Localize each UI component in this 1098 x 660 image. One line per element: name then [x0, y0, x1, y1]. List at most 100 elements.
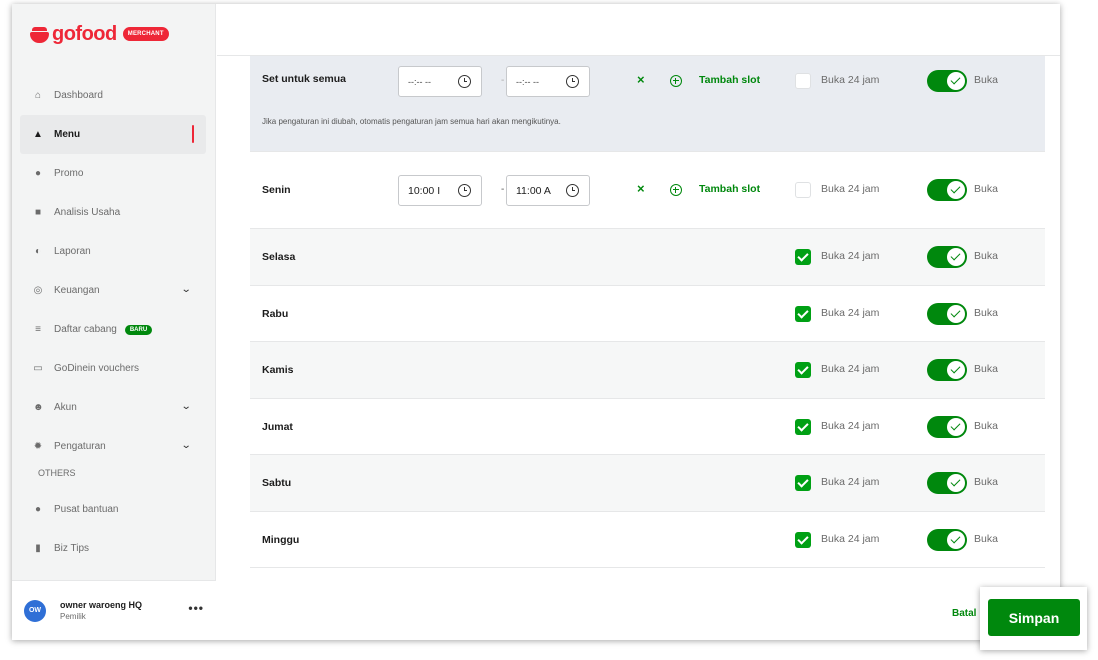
home-icon: ⌂ [34, 89, 42, 101]
open-status-toggle[interactable] [927, 70, 967, 92]
sidebar-item-label: Biz Tips [54, 543, 90, 554]
open-24h-checkbox[interactable] [795, 418, 811, 435]
users-icon: ☻ [33, 401, 44, 413]
open-status-label: Buka [974, 419, 998, 432]
clock-icon [566, 75, 579, 88]
open-24h-checkbox[interactable] [795, 249, 811, 265]
open-24h-label: Buka 24 jam [821, 476, 880, 488]
open-status-label: Buka [974, 532, 998, 545]
sidebar-item-keuangan[interactable]: ◎ Keuangan ⌄ [20, 271, 206, 310]
gofood-logo[interactable]: gofood MERCHANT [30, 24, 169, 44]
sidebar-item-godinein-vouchers[interactable]: ▭ GoDinein vouchers [20, 349, 206, 388]
check-icon [947, 72, 965, 90]
user-profile[interactable]: OW owner waroeng HQ Pemilik ••• [12, 580, 216, 640]
sidebar-item-analisis-usaha[interactable]: ■ Analisis Usaha [20, 193, 206, 232]
open-24h-checkbox[interactable] [795, 305, 811, 322]
check-icon [947, 304, 965, 323]
more-options-icon[interactable]: ••• [188, 601, 204, 615]
open-status-toggle[interactable] [927, 359, 967, 381]
user-role: Pemilik [60, 612, 86, 621]
day-row-rabu: Rabu Buka 24 jam Buka [250, 285, 1045, 342]
set-all-close-time-input[interactable]: --:-- -- [506, 66, 590, 97]
day-row-minggu: Minggu Buka 24 jam Buka [250, 511, 1045, 568]
cancel-button[interactable]: Batal [952, 608, 976, 619]
sidebar-item-biz-tips[interactable]: ▮ Biz Tips [20, 529, 206, 568]
merchant-badge: MERCHANT [122, 27, 169, 41]
open-status-toggle[interactable] [927, 246, 967, 268]
open-status-toggle[interactable] [927, 528, 967, 551]
cloche-icon: ▲ [33, 128, 43, 140]
remove-slot-button[interactable]: × [637, 181, 645, 196]
voucher-icon: ▭ [33, 362, 43, 374]
senin-close-time-input[interactable]: 11:00 A [506, 175, 590, 206]
remove-slot-button[interactable]: × [637, 72, 645, 87]
app-window: gofood MERCHANT ⌂ Dashboard ▲ Menu ● Pro… [12, 4, 1060, 640]
open-24h-checkbox[interactable] [795, 475, 811, 491]
day-label: Selasa [262, 251, 296, 263]
sidebar-item-label: GoDinein vouchers [54, 363, 140, 374]
set-all-open-time-input[interactable]: --:-- -- [398, 66, 482, 97]
sidebar-item-pengaturan[interactable]: ✹ Pengaturan ⌄ [20, 427, 206, 466]
clock-icon [458, 184, 471, 197]
others-section-label: OTHERS [38, 468, 76, 478]
open-status-label: Buka [974, 183, 998, 195]
open-status-label: Buka [974, 250, 998, 262]
day-label: Minggu [262, 533, 300, 546]
bookmark-icon: ▮ [35, 542, 41, 554]
sidebar-item-label: Analisis Usaha [54, 207, 121, 218]
set-all-label: Set untuk semua [262, 73, 347, 85]
sidebar-item-laporan[interactable]: ◐ Laporan [20, 232, 206, 271]
open-24h-checkbox[interactable] [795, 73, 811, 89]
sidebar-nav: ⌂ Dashboard ▲ Menu ● Promo ■ Analisis Us… [20, 76, 206, 466]
analytics-icon: ■ [34, 206, 42, 218]
chevron-down-icon: ⌄ [180, 440, 192, 451]
brand-name: gofood [52, 23, 117, 45]
gear-icon: ✹ [33, 440, 43, 452]
open-24h-label: Buka 24 jam [821, 183, 880, 195]
sidebar: gofood MERCHANT ⌂ Dashboard ▲ Menu ● Pro… [12, 4, 216, 640]
sidebar-item-label: Keuangan [54, 285, 100, 296]
sidebar-item-daftar-cabang[interactable]: ≡ Daftar cabang BARU [20, 310, 206, 349]
open-status-toggle[interactable] [927, 179, 967, 201]
day-row-sabtu: Sabtu Buka 24 jam Buka [250, 455, 1045, 512]
sidebar-item-pusat-bantuan[interactable]: ● Pusat bantuan [20, 490, 206, 529]
add-slot-button[interactable]: Tambah slot [699, 183, 760, 195]
open-status-label: Buka [974, 306, 998, 319]
sidebar-item-label: Menu [54, 129, 81, 140]
open-24h-checkbox[interactable] [795, 182, 811, 198]
open-status-toggle[interactable] [927, 302, 967, 325]
open-status-label: Buka [974, 363, 998, 375]
avatar: OW [24, 599, 46, 622]
open-24h-checkbox[interactable] [795, 531, 811, 548]
open-24h-label: Buka 24 jam [821, 363, 880, 375]
open-24h-label: Buka 24 jam [821, 306, 880, 319]
sidebar-item-dashboard[interactable]: ⌂ Dashboard [20, 76, 206, 115]
add-circle-icon[interactable] [670, 184, 682, 196]
open-status-toggle[interactable] [927, 472, 967, 494]
sidebar-item-promo[interactable]: ● Promo [20, 154, 206, 193]
wallet-icon: ◎ [33, 284, 43, 296]
chevron-down-icon: ⌄ [180, 284, 192, 295]
sidebar-item-label: Dashboard [54, 90, 103, 101]
clock-icon [458, 75, 471, 88]
add-circle-icon[interactable] [670, 75, 682, 87]
day-label: Kamis [262, 364, 294, 376]
day-row-selasa: Selasa Buka 24 jam Buka [250, 229, 1045, 286]
top-bar [217, 4, 1060, 56]
chevron-down-icon: ⌄ [180, 401, 192, 412]
opening-hours-table: Set untuk semua --:-- -- - --:-- -- × Ta… [250, 56, 1045, 568]
open-24h-label: Buka 24 jam [821, 419, 880, 432]
open-status-label: Buka [974, 74, 998, 86]
open-status-toggle[interactable] [927, 415, 967, 438]
senin-open-time-input[interactable]: 10:00 I [398, 175, 482, 206]
open-24h-label: Buka 24 jam [821, 250, 880, 262]
save-button[interactable]: Simpan [988, 599, 1080, 636]
open-24h-checkbox[interactable] [795, 362, 811, 378]
day-label: Sabtu [262, 477, 292, 489]
sidebar-item-akun[interactable]: ☻ Akun ⌄ [20, 388, 206, 427]
check-icon [947, 474, 965, 492]
sidebar-item-menu[interactable]: ▲ Menu [20, 115, 206, 154]
day-row-kamis: Kamis Buka 24 jam Buka [250, 342, 1045, 399]
add-slot-button[interactable]: Tambah slot [699, 74, 760, 86]
open-24h-label: Buka 24 jam [821, 532, 880, 545]
